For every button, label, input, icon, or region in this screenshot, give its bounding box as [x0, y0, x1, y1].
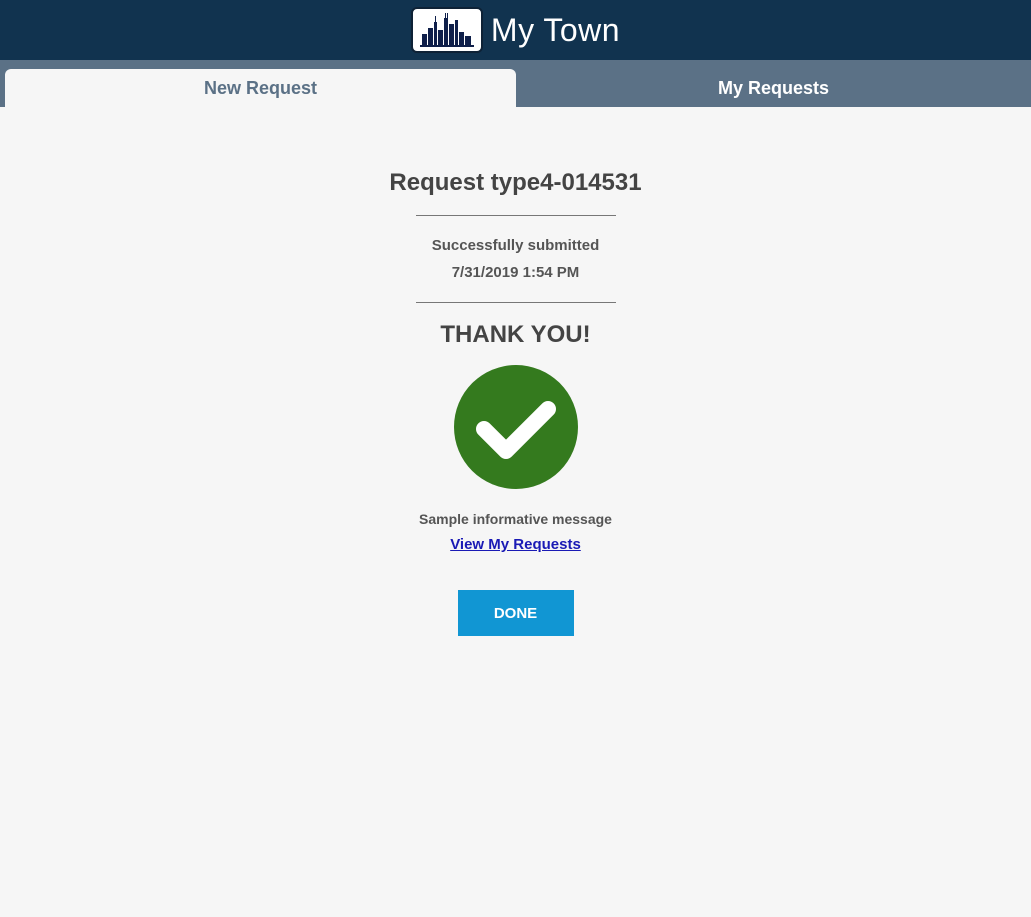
tab-bar: New Request My Requests: [0, 60, 1031, 107]
request-title: Request type4-014531: [389, 169, 642, 196]
submission-status: Successfully submitted: [431, 237, 600, 254]
app-title: My Town: [490, 11, 621, 48]
submission-timestamp: 7/31/2019 1:54 PM: [451, 264, 580, 281]
thank-you-heading: THANK YOU!: [440, 321, 591, 348]
city-skyline-icon: [410, 7, 483, 53]
tab-my-requests[interactable]: My Requests: [516, 69, 1031, 107]
app-header: My Town: [0, 0, 1031, 60]
tab-label: New Request: [203, 77, 318, 98]
divider: [415, 302, 616, 303]
done-button[interactable]: DONE: [457, 590, 574, 636]
divider: [415, 215, 616, 216]
info-message: Sample informative message: [419, 511, 612, 527]
confirmation-panel: Request type4-014531 Successfully submit…: [0, 107, 1031, 636]
check-circle-icon: [453, 365, 578, 489]
tab-label: My Requests: [717, 77, 830, 98]
view-my-requests-link[interactable]: View My Requests: [450, 536, 581, 553]
tab-new-request[interactable]: New Request: [5, 69, 516, 107]
